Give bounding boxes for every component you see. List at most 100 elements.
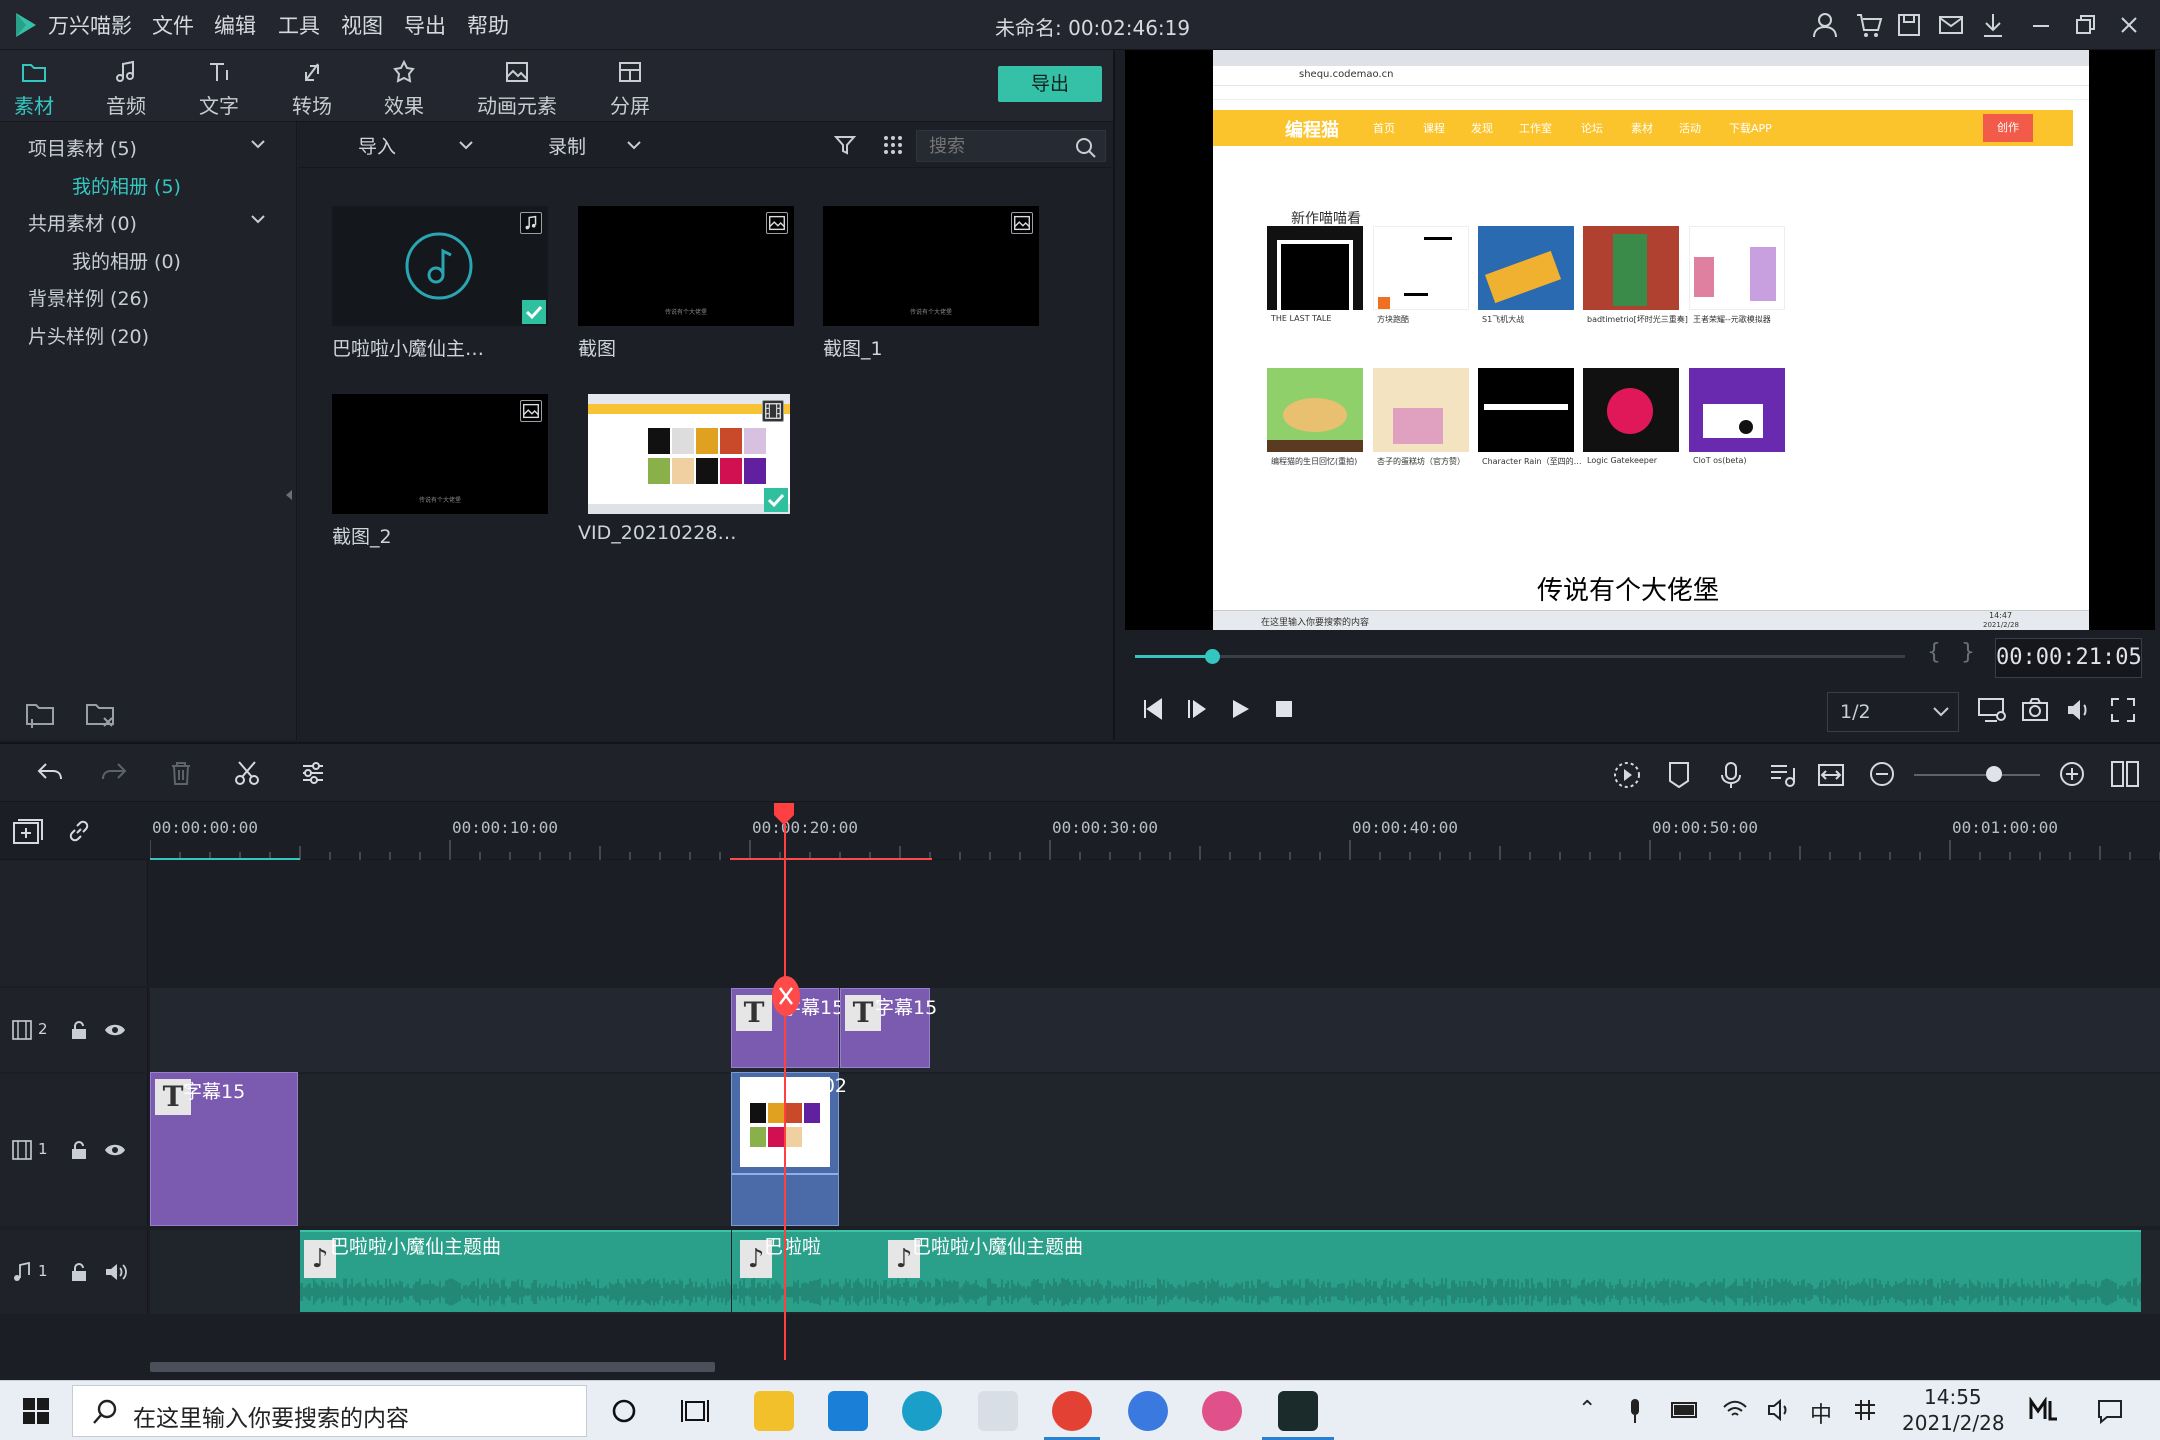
sidebar-item-backgrounds[interactable]: 背景样例 (26): [28, 284, 149, 311]
sidebar-item-intros[interactable]: 片头样例 (20): [28, 322, 149, 349]
redo-icon[interactable]: [100, 760, 128, 786]
subtitle-clip[interactable]: T 字幕15: [150, 1072, 298, 1226]
menu-edit[interactable]: 编辑: [214, 10, 256, 40]
file-explorer-icon[interactable]: [754, 1391, 794, 1431]
stop-icon[interactable]: [1271, 696, 1297, 722]
search-icon[interactable]: [1075, 137, 1097, 159]
video-editor-app-icon[interactable]: [1278, 1391, 1318, 1431]
snapshot-icon[interactable]: [2021, 696, 2049, 724]
speaker-icon[interactable]: [104, 1262, 128, 1282]
timeline-scrollbar[interactable]: [150, 1362, 715, 1372]
filter-icon[interactable]: [834, 134, 856, 156]
eye-icon[interactable]: [104, 1142, 126, 1158]
split-at-playhead-icon[interactable]: [770, 972, 802, 1020]
sidebar-item-shared-media[interactable]: 共用素材 (0): [28, 209, 137, 236]
display-settings-icon[interactable]: [1977, 696, 2007, 724]
tab-split-screen[interactable]: 分屏: [602, 58, 658, 120]
notepad-app-icon[interactable]: [978, 1391, 1018, 1431]
minimize-icon[interactable]: [2026, 10, 2056, 40]
media-item-image[interactable]: 传说有个大佬堡: [823, 206, 1039, 326]
ime-language[interactable]: 中: [1810, 1397, 1832, 1429]
mark-in-icon[interactable]: {: [1927, 640, 1941, 665]
tab-text[interactable]: 文字: [191, 58, 247, 120]
marker-icon[interactable]: [1666, 760, 1692, 790]
audio-clip[interactable]: ♪ 巴啦啦小魔仙主题曲: [880, 1230, 2141, 1312]
sidebar-item-my-album[interactable]: 我的相册 (5): [72, 172, 181, 199]
subtitle-overlay[interactable]: 传说有个大佬堡: [1537, 570, 1719, 607]
tab-audio[interactable]: 音频: [98, 58, 154, 120]
fullscreen-icon[interactable]: [2109, 696, 2137, 724]
zoom-in-icon[interactable]: [2058, 760, 2086, 788]
download-icon[interactable]: [1978, 10, 2008, 40]
chevron-down-icon[interactable]: [626, 138, 642, 152]
sidebar-item-project-media[interactable]: 项目素材 (5): [28, 134, 137, 161]
microphone-tray-icon[interactable]: [1626, 1397, 1644, 1425]
mail-app-icon[interactable]: [828, 1391, 868, 1431]
voiceover-icon[interactable]: [1768, 760, 1796, 790]
new-folder-icon[interactable]: [24, 700, 56, 728]
edge-browser-icon[interactable]: [902, 1391, 942, 1431]
lock-icon[interactable]: [70, 1020, 88, 1040]
eye-icon[interactable]: [104, 1022, 126, 1038]
menu-help[interactable]: 帮助: [467, 10, 509, 40]
task-view-icon[interactable]: [680, 1397, 710, 1425]
step-back-icon[interactable]: [1139, 696, 1165, 722]
chevron-down-icon[interactable]: [458, 138, 474, 152]
zoom-slider-handle[interactable]: [1986, 766, 2002, 782]
account-icon[interactable]: [1810, 10, 1840, 40]
lock-icon[interactable]: [70, 1140, 88, 1160]
sidebar-item-shared-album[interactable]: 我的相册 (0): [72, 247, 181, 274]
notification-icon[interactable]: [2096, 1397, 2124, 1425]
mail-icon[interactable]: [1936, 10, 1966, 40]
fit-timeline-icon[interactable]: [1816, 760, 1846, 790]
playback-scrubber[interactable]: [1135, 649, 1905, 664]
collapse-panel-icon[interactable]: [284, 488, 294, 502]
delete-folder-icon[interactable]: [84, 700, 116, 728]
media-item-audio[interactable]: [332, 206, 548, 326]
render-preview-icon[interactable]: [1612, 760, 1642, 790]
timeline-ruler[interactable]: 00:00:00:00 00:00:10:00 00:00:20:00 00:0…: [0, 802, 2160, 861]
volume-icon[interactable]: [2065, 696, 2093, 724]
chrome-browser-icon[interactable]: [1052, 1391, 1092, 1431]
tab-transition[interactable]: 转场: [284, 58, 340, 120]
export-button[interactable]: 导出: [998, 66, 1102, 102]
os-search-box[interactable]: 在这里输入你要搜索的内容: [72, 1385, 587, 1437]
mark-out-icon[interactable]: }: [1961, 640, 1975, 665]
os-clock-time[interactable]: 14:55: [1924, 1385, 1982, 1409]
close-icon[interactable]: [2114, 10, 2144, 40]
tab-media[interactable]: 素材: [6, 58, 62, 120]
chevron-down-icon[interactable]: [250, 211, 266, 227]
microphone-icon[interactable]: [1718, 760, 1744, 790]
preview-quality-select[interactable]: 1/2: [1827, 692, 1959, 732]
menu-file[interactable]: 文件: [152, 10, 194, 40]
media-item-video[interactable]: [588, 394, 790, 514]
play-icon[interactable]: [1227, 696, 1253, 722]
restore-icon[interactable]: [2070, 10, 2100, 40]
chevron-down-icon[interactable]: [250, 136, 266, 152]
save-icon[interactable]: [1894, 10, 1924, 40]
playhead-handle[interactable]: [773, 802, 795, 826]
play-reverse-icon[interactable]: [1183, 696, 1209, 722]
add-track-icon[interactable]: [12, 818, 44, 846]
zoom-slider[interactable]: [1914, 766, 2040, 782]
menu-export[interactable]: 导出: [404, 10, 446, 40]
audio-clip[interactable]: ♪ 巴啦啦小魔仙主题曲: [300, 1230, 731, 1312]
menu-tools[interactable]: 工具: [278, 10, 320, 40]
tab-elements[interactable]: 动画元素: [472, 58, 562, 120]
cart-icon[interactable]: [1854, 10, 1884, 40]
panel-layout-icon[interactable]: [2110, 760, 2140, 788]
ime-mode-icon[interactable]: [1852, 1397, 1878, 1423]
menu-view[interactable]: 视图: [341, 10, 383, 40]
split-scissors-icon[interactable]: [234, 760, 260, 786]
os-clock-date[interactable]: 2021/2/28: [1902, 1411, 2005, 1435]
feishu-app-icon[interactable]: [1128, 1391, 1168, 1431]
battery-icon[interactable]: [1670, 1399, 1700, 1421]
grid-view-icon[interactable]: [882, 134, 904, 156]
cortana-icon[interactable]: [610, 1397, 638, 1425]
windows-start-icon[interactable]: [22, 1397, 50, 1425]
wifi-icon[interactable]: [1722, 1397, 1748, 1423]
tab-effects[interactable]: 效果: [376, 58, 432, 120]
record-button[interactable]: 录制: [548, 132, 586, 159]
tray-chevron-icon[interactable]: ⌃: [1578, 1397, 1596, 1422]
search-input[interactable]: [917, 131, 1057, 161]
